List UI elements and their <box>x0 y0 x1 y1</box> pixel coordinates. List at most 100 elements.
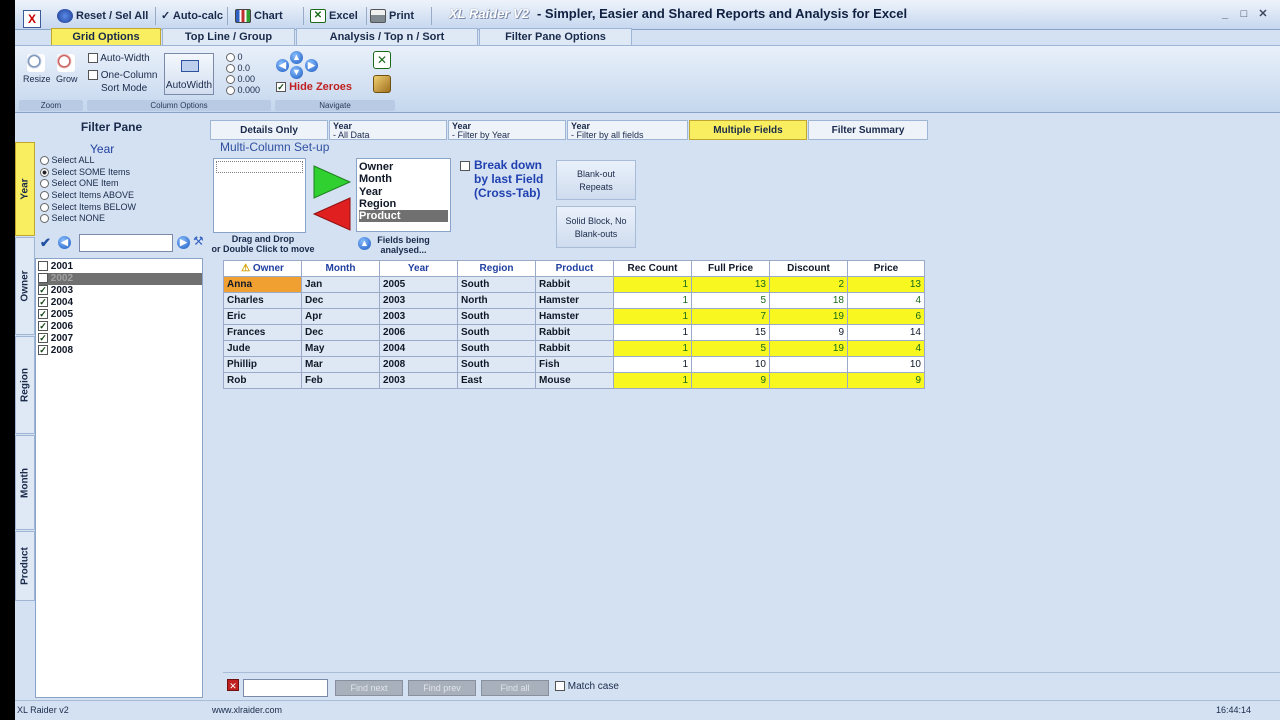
decimal-radio[interactable] <box>226 75 235 85</box>
table-row[interactable]: Jude May 2004 South Rabbit 1 5 19 4 <box>223 340 925 357</box>
cell[interactable]: 1 <box>613 372 692 389</box>
list-item-2005[interactable]: ✓ 2005 <box>38 309 202 321</box>
cell[interactable]: North <box>457 292 536 309</box>
item-checkbox[interactable]: ✓ <box>38 285 48 296</box>
cell[interactable]: 2006 <box>379 324 458 341</box>
field-owner[interactable]: Owner <box>359 161 448 173</box>
cell[interactable]: Fish <box>535 356 614 373</box>
cell[interactable]: South <box>457 276 536 293</box>
tab-year-filter-by-year[interactable]: Year - Filter by Year <box>448 120 566 140</box>
option-select-below[interactable]: Select Items BELOW <box>40 202 136 213</box>
cell[interactable]: Rabbit <box>535 276 614 293</box>
cell[interactable]: South <box>457 340 536 357</box>
tab-details-only[interactable]: Details Only <box>210 120 328 140</box>
cell[interactable]: 9 <box>691 372 770 389</box>
list-item-2008[interactable]: ✓ 2008 <box>38 345 202 357</box>
drop-target[interactable] <box>216 161 303 173</box>
decimal-radio[interactable] <box>226 86 235 96</box>
cell[interactable]: 1 <box>613 292 692 309</box>
auto-width-checkbox[interactable]: Auto-Width <box>88 53 150 64</box>
clear-search-icon[interactable]: ✕ <box>227 679 239 691</box>
tab-multiple-fields[interactable]: Multiple Fields <box>689 120 807 140</box>
decimal-option-3[interactable]: 0.000 <box>226 85 260 96</box>
field-region[interactable]: Region <box>359 198 448 210</box>
find-input[interactable] <box>243 679 328 697</box>
cell[interactable]: 15 <box>691 324 770 341</box>
move-left-arrow-icon[interactable] <box>312 197 351 231</box>
cell[interactable]: 7 <box>691 308 770 325</box>
zoom-in-icon[interactable] <box>57 54 75 72</box>
col-header-full-price[interactable]: Full Price <box>691 260 770 277</box>
vtab-year[interactable]: Year <box>15 142 35 236</box>
table-row[interactable]: Anna Jan 2005 South Rabbit 1 13 2 13 <box>223 276 925 293</box>
cell[interactable]: Frances <box>223 324 302 341</box>
col-header-discount[interactable]: Discount <box>769 260 848 277</box>
table-row[interactable]: Eric Apr 2003 South Hamster 1 7 19 6 <box>223 308 925 325</box>
cell[interactable]: May <box>301 340 380 357</box>
field-year[interactable]: Year <box>359 186 448 198</box>
autowidth-button[interactable]: AutoWidth <box>164 53 214 95</box>
move-right-arrow-icon[interactable] <box>313 165 352 199</box>
cell[interactable]: Hamster <box>535 308 614 325</box>
list-item-2003[interactable]: ✓ 2003 <box>38 285 202 297</box>
vtab-region[interactable]: Region <box>15 336 35 434</box>
hide-zeroes-checkbox[interactable]: ✓ Hide Zeroes <box>276 81 352 93</box>
chart-button[interactable]: Chart <box>235 6 283 26</box>
col-header-price[interactable]: Price <box>847 260 925 277</box>
export-excel-icon[interactable]: ✕ <box>373 51 391 69</box>
cell[interactable]: 2003 <box>379 308 458 325</box>
excel-button[interactable]: ✕ Excel <box>310 6 358 26</box>
nav-right-icon[interactable]: ▶ <box>305 59 318 72</box>
auto-width-box[interactable] <box>88 53 98 64</box>
item-checkbox[interactable]: ✓ <box>38 297 48 308</box>
cell[interactable]: Apr <box>301 308 380 325</box>
option-select-none[interactable]: Select NONE <box>40 213 105 224</box>
apply-check-icon[interactable]: ✔ <box>40 235 51 251</box>
list-item-2002[interactable]: 2002 <box>38 273 202 285</box>
decimal-option-1[interactable]: 0.0 <box>226 63 250 74</box>
cell[interactable]: 4 <box>847 340 925 357</box>
cell[interactable]: 13 <box>691 276 770 293</box>
tab-year-all-data[interactable]: Year - All Data <box>329 120 447 140</box>
cell[interactable]: Rabbit <box>535 340 614 357</box>
cell[interactable]: 13 <box>847 276 925 293</box>
col-header-rec-count[interactable]: Rec Count <box>613 260 692 277</box>
radio[interactable] <box>40 191 49 201</box>
wand-icon[interactable]: ⚒ <box>193 234 204 248</box>
list-item-2006[interactable]: ✓ 2006 <box>38 321 202 333</box>
option-select-above[interactable]: Select Items ABOVE <box>40 190 134 201</box>
reset-sel-all-button[interactable]: Reset / Sel All <box>57 6 148 26</box>
field-month[interactable]: Month <box>359 173 448 185</box>
radio[interactable] <box>40 214 49 224</box>
filter-search-input[interactable] <box>79 234 173 252</box>
item-checkbox[interactable]: ✓ <box>38 321 48 332</box>
cell[interactable]: Charles <box>223 292 302 309</box>
cell[interactable]: 19 <box>769 340 848 357</box>
cell[interactable]: 4 <box>847 292 925 309</box>
solid-block-button[interactable]: Solid Block, No Blank-outs <box>556 206 636 248</box>
cell[interactable]: 2004 <box>379 340 458 357</box>
item-checkbox[interactable]: ✓ <box>38 333 48 344</box>
cell[interactable]: Phillip <box>223 356 302 373</box>
cell[interactable]: 2008 <box>379 356 458 373</box>
cell[interactable] <box>769 372 848 389</box>
cell[interactable]: 9 <box>847 372 925 389</box>
print-button[interactable]: Print <box>370 6 414 26</box>
nav-left-icon[interactable]: ◀ <box>276 59 289 72</box>
cell[interactable]: Mar <box>301 356 380 373</box>
option-select-some[interactable]: Select SOME Items <box>40 167 130 178</box>
list-item-2001[interactable]: 2001 <box>38 261 202 273</box>
cell[interactable]: South <box>457 356 536 373</box>
cell[interactable]: Anna <box>223 276 302 293</box>
forward-icon[interactable]: ▶ <box>177 236 190 249</box>
vtab-month[interactable]: Month <box>15 435 35 530</box>
cell[interactable]: Rabbit <box>535 324 614 341</box>
cell[interactable]: 1 <box>613 276 692 293</box>
cell[interactable]: 10 <box>691 356 770 373</box>
tab-year-filter-all-fields[interactable]: Year - Filter by all fields <box>567 120 688 140</box>
cell[interactable]: 9 <box>769 324 848 341</box>
tab-filter-pane-options[interactable]: Filter Pane Options <box>479 28 632 46</box>
cell[interactable]: 2005 <box>379 276 458 293</box>
list-item-2004[interactable]: ✓ 2004 <box>38 297 202 309</box>
table-row[interactable]: Rob Feb 2003 East Mouse 1 9 9 <box>223 372 925 389</box>
